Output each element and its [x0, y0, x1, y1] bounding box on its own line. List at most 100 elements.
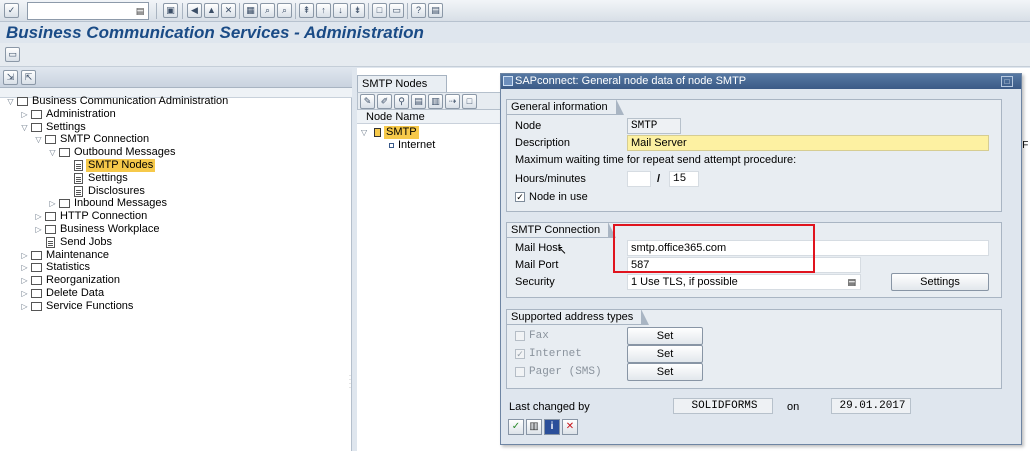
set-internet-button[interactable]: Set — [627, 345, 703, 363]
command-field[interactable]: ▤ — [27, 2, 149, 20]
tree-item[interactable]: ▽ Business Communication Administration — [0, 95, 352, 108]
next-page-icon[interactable]: ↓ — [333, 3, 348, 18]
first-page-icon[interactable]: ⇞ — [299, 3, 314, 18]
tree-item[interactable]: Settings — [0, 172, 352, 185]
folder-icon — [45, 212, 56, 222]
previous-page-icon[interactable]: ↑ — [316, 3, 331, 18]
dialog-title-bar[interactable]: SAPconnect: General node data of node SM… — [501, 74, 1021, 89]
cancel-icon[interactable]: ✕ — [562, 419, 578, 435]
document-icon — [74, 185, 83, 197]
tab-smtp-nodes[interactable]: SMTP Nodes — [357, 75, 447, 92]
toolbar-separator — [239, 3, 240, 19]
tree-item[interactable]: ▽ Settings — [0, 121, 352, 134]
expand-icon[interactable]: ▷ — [20, 300, 29, 313]
set-pager-button[interactable]: Set — [627, 363, 703, 381]
cancel-icon[interactable]: ✕ — [221, 3, 236, 18]
close-icon[interactable]: □ — [1001, 76, 1013, 87]
edit-icon[interactable]: ✐ — [377, 94, 392, 109]
last-changed-user: SOLIDFORMS — [673, 398, 773, 414]
folder-icon — [31, 276, 42, 286]
trash-icon[interactable]: ▥ — [526, 419, 542, 435]
internet-checkbox[interactable]: ✓ — [515, 349, 525, 359]
tree-item[interactable]: ▷ Inbound Messages — [0, 197, 352, 210]
collapse-icon[interactable]: ▽ — [20, 121, 29, 134]
save-icon[interactable]: ▣ — [163, 3, 178, 18]
tree-item[interactable]: ▷ HTTP Connection — [0, 210, 352, 223]
display-structure-icon[interactable]: ▭ — [5, 47, 20, 62]
tree-item-label: SMTP Connection — [60, 133, 150, 146]
minutes-field[interactable]: 15 — [669, 171, 699, 187]
expand-icon[interactable]: ▷ — [48, 197, 57, 210]
command-history-icon[interactable]: ▤ — [133, 4, 147, 18]
find-icon[interactable]: ⌕ — [260, 3, 275, 18]
tree-item[interactable]: ▷ Reorganization — [0, 274, 352, 287]
expand-icon[interactable]: ▷ — [20, 261, 29, 274]
expand-icon[interactable]: ▷ — [34, 210, 43, 223]
tree-item[interactable]: ▷ Statistics — [0, 261, 352, 274]
print-icon[interactable]: ▦ — [243, 3, 258, 18]
shortcut-icon[interactable]: ▭ — [389, 3, 404, 18]
new-session-icon[interactable]: □ — [372, 3, 387, 18]
transfer-icon[interactable]: ⇢ — [445, 94, 460, 109]
tree-item[interactable]: ▽ Outbound Messages — [0, 146, 352, 159]
back-icon[interactable]: ◀ — [187, 3, 202, 18]
tree-item[interactable]: ▷ Service Functions — [0, 300, 352, 313]
collapse-icon[interactable]: ▽ — [6, 95, 15, 108]
expand-icon[interactable]: ▷ — [20, 274, 29, 287]
tree-item[interactable]: ▷ Maintenance — [0, 249, 352, 262]
expand-icon[interactable]: ▷ — [20, 287, 29, 300]
fax-checkbox[interactable] — [515, 331, 525, 341]
tree-item[interactable]: SMTP Nodes — [0, 159, 352, 172]
help-icon[interactable]: ? — [411, 3, 426, 18]
details-icon[interactable]: □ — [462, 94, 477, 109]
splitter-handle[interactable]: · · · · — [349, 373, 352, 391]
enter-icon[interactable]: ✓ — [4, 3, 19, 18]
description-field[interactable]: Mail Server — [627, 135, 989, 151]
tree-item[interactable]: ▽ SMTP Connection — [0, 133, 352, 146]
create-icon[interactable]: ⚲ — [394, 94, 409, 109]
display-change-icon[interactable]: ✎ — [360, 94, 375, 109]
collapse-icon[interactable]: ▽ — [361, 126, 367, 139]
hours-field[interactable] — [627, 171, 651, 187]
collapse-icon[interactable]: ▽ — [48, 146, 57, 159]
expand-icon[interactable]: ▷ — [34, 223, 43, 236]
tree-item[interactable]: ▷ Business Workplace — [0, 223, 352, 236]
tree-item[interactable]: ▷ Delete Data — [0, 287, 352, 300]
expand-icon[interactable]: ▷ — [20, 249, 29, 262]
settings-button[interactable]: Settings — [891, 273, 989, 291]
general-information-title: General information — [506, 99, 624, 115]
layout-menu-icon[interactable]: ▤ — [428, 3, 443, 18]
find-next-icon[interactable]: ⌕ — [277, 3, 292, 18]
node-label: Node — [515, 120, 542, 132]
node-smtp-row[interactable]: ▽ SMTP — [357, 126, 502, 139]
tree-toolbar: ⇲ ⇱ — [0, 68, 352, 88]
collapse-icon[interactable]: ▽ — [34, 133, 43, 146]
collapse-all-icon[interactable]: ⇱ — [21, 70, 36, 85]
info-icon[interactable]: i — [544, 419, 560, 435]
folder-open-icon — [45, 135, 56, 145]
waiting-time-label: Maximum waiting time for repeat send att… — [515, 154, 797, 166]
expand-icon[interactable]: ▷ — [20, 108, 29, 121]
continue-icon[interactable]: ✓ — [508, 419, 524, 435]
delete-icon[interactable]: ▥ — [428, 94, 443, 109]
navigation-tree-panel: ⇲ ⇱ ▽ Business Communication Administrati… — [0, 68, 352, 451]
tree-item-label: Service Functions — [46, 299, 134, 312]
copy-icon[interactable]: ▤ — [411, 94, 426, 109]
node-in-use-checkbox[interactable]: ✓ — [515, 192, 525, 202]
tree-item[interactable]: ▷ Administration — [0, 108, 352, 121]
exit-icon[interactable]: ▲ — [204, 3, 219, 18]
mouse-cursor-icon: ↖ — [557, 243, 568, 257]
description-label: Description — [515, 137, 571, 149]
node-internet-row[interactable]: Internet — [357, 139, 502, 152]
tree-item[interactable]: Send Jobs — [0, 236, 352, 249]
expand-all-icon[interactable]: ⇲ — [3, 70, 18, 85]
set-fax-button[interactable]: Set — [627, 327, 703, 345]
dropdown-icon[interactable]: ▤ — [847, 275, 856, 289]
fax-label: Fax — [529, 330, 549, 342]
pager-checkbox[interactable] — [515, 367, 525, 377]
security-dropdown[interactable]: 1 Use TLS, if possible ▤ — [627, 274, 861, 290]
last-page-icon[interactable]: ⇟ — [350, 3, 365, 18]
node-name-column-header[interactable]: Node Name — [357, 110, 502, 124]
page-title: Business Communication Services - Admini… — [6, 23, 424, 42]
tree-item[interactable]: Disclosures — [0, 185, 352, 198]
